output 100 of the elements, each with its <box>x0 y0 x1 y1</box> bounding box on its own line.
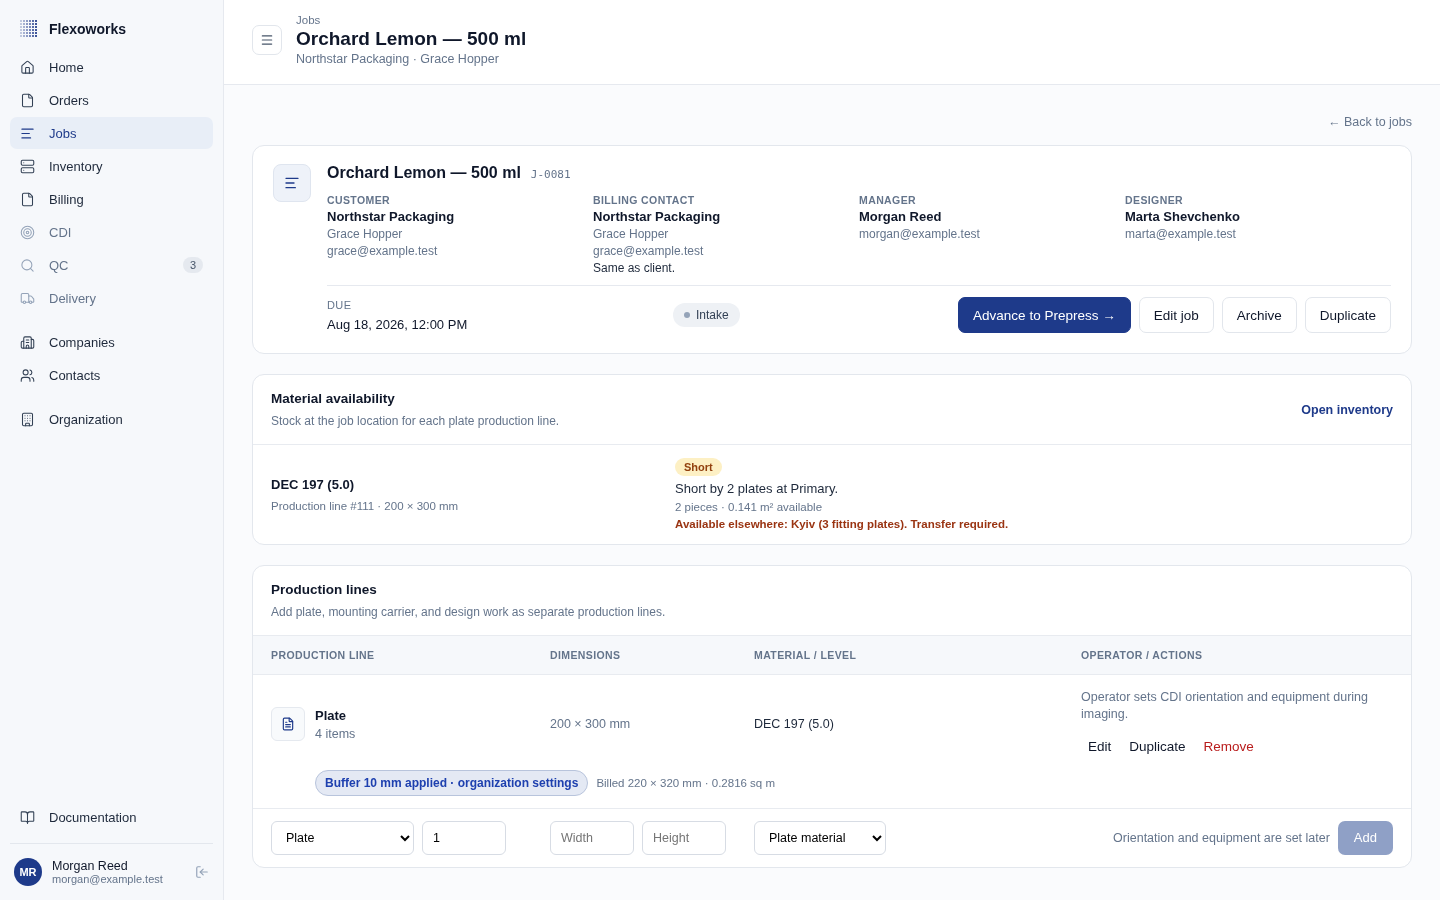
sidebar-item[interactable]: Inventory <box>10 150 213 182</box>
column-header: MATERIAL / LEVEL <box>736 636 1063 675</box>
open-inventory-link[interactable]: Open inventory <box>1301 402 1393 417</box>
contact-name: Northstar Packaging <box>327 209 456 224</box>
truck-icon <box>20 290 35 306</box>
sidebar-label: QC <box>49 257 70 273</box>
field-label: MANAGER <box>859 194 918 206</box>
user-avatar: MR <box>14 858 42 886</box>
sidebar-item[interactable]: Billing <box>10 183 213 215</box>
contact-name: Northstar Packaging <box>593 209 722 224</box>
contact-detail: Grace Hopper <box>593 227 670 241</box>
lines-icon <box>20 125 35 141</box>
job-title: Orchard Lemon — 500 ml <box>327 164 521 182</box>
lines-icon <box>273 164 311 202</box>
sidebar-label: Billing <box>49 191 85 207</box>
row-action-button[interactable]: Edit <box>1081 732 1119 760</box>
page-subtitle: Northstar Packaging · Grace Hopper <box>296 52 500 66</box>
sidebar-label: Organization <box>49 411 124 427</box>
row-action-button[interactable]: Duplicate <box>1122 732 1193 760</box>
contact-detail: Grace Hopper <box>327 227 404 241</box>
column-header: PRODUCTION LINE <box>253 636 532 675</box>
sidebar-item[interactable]: Jobs <box>10 117 213 149</box>
logo-icon <box>20 20 37 37</box>
material-name: DEC 197 (5.0) <box>271 476 356 492</box>
line-name: Plate <box>315 707 348 723</box>
table-cell: 200 × 300 mm <box>550 717 631 732</box>
sidebar-label: Orders <box>49 92 90 108</box>
book-icon <box>20 809 35 825</box>
buffer-tag: Buffer 10 mm applied · organization settings <box>315 769 589 796</box>
column-header: DIMENSIONS <box>532 636 736 675</box>
building-icon <box>20 411 35 427</box>
documentation-link[interactable]: Documentation <box>10 801 213 833</box>
logout-button[interactable] <box>195 865 209 879</box>
sidebar-item[interactable]: Home <box>10 51 213 83</box>
quantity-field[interactable]: 1 <box>422 820 506 855</box>
job-code: J-0081 <box>530 168 571 181</box>
sidebar-label: Inventory <box>49 158 104 174</box>
sidebar-item[interactable]: Orders <box>10 84 213 116</box>
material-select[interactable]: Plate material <box>754 820 886 855</box>
sidebar-label: Documentation <box>49 809 138 825</box>
target-icon <box>20 224 35 240</box>
operator-note: Operator sets CDI orientation and equipment during imaging. <box>1081 689 1369 723</box>
section-subtitle: Add plate, mounting carrier, and design work as separate production lines. <box>271 605 666 619</box>
shortage-message: Short by 2 plates at Primary. <box>675 481 839 496</box>
add-note: Orientation and equipment are set later <box>1113 830 1330 845</box>
sidebar-item[interactable]: Contacts <box>10 359 213 391</box>
transfer-warning: Available elsewhere: Kyiv (3 fitting plates). Transfer required. <box>675 518 1009 530</box>
width-field[interactable]: Width <box>550 820 634 855</box>
menu-button[interactable] <box>252 25 282 55</box>
height-field[interactable]: Height <box>642 820 726 855</box>
back-link[interactable]: ← Back to jobs <box>1327 115 1412 129</box>
sidebar-item[interactable]: Organization <box>10 403 213 435</box>
home-icon <box>20 59 35 75</box>
material-detail: Production line #111 · 200 × 300 mm <box>271 499 460 512</box>
contact-note: Same as client. <box>593 261 677 275</box>
contact-detail: grace@example.test <box>593 244 705 258</box>
app-name: Flexoworks <box>49 20 127 37</box>
section-subtitle: Stock at the job location for each plate production line. <box>271 414 560 428</box>
building-icon <box>20 334 35 350</box>
menu-icon <box>260 33 274 47</box>
count-badge: 3 <box>182 257 203 273</box>
contact-name: Marta Shevchenko <box>1125 209 1241 224</box>
status-badge: Short <box>675 458 722 476</box>
sidebar-label: Contacts <box>49 367 102 383</box>
action-button[interactable]: Edit job <box>1138 297 1214 333</box>
table-cell: DEC 197 (5.0) <box>754 717 834 732</box>
section-title: Production lines <box>271 582 378 597</box>
type-select[interactable]: Plate <box>271 820 414 855</box>
sidebar-label: Companies <box>49 334 116 350</box>
file-icon <box>20 92 35 108</box>
logout-icon <box>195 865 209 879</box>
users-icon <box>20 367 35 383</box>
field-label: CUSTOMER <box>327 194 392 206</box>
server-icon <box>20 158 35 174</box>
contact-detail: marta@example.test <box>1125 227 1237 241</box>
breadcrumb: Jobs <box>296 14 322 26</box>
document-icon <box>271 707 305 742</box>
sidebar-label: CDI <box>49 224 73 240</box>
contact-detail: grace@example.test <box>327 244 439 258</box>
file-icon <box>20 191 35 207</box>
user-name: Morgan Reed <box>52 859 129 873</box>
search-icon <box>20 257 35 273</box>
page-title: Orchard Lemon — 500 ml <box>296 28 527 50</box>
status-badge: Intake <box>673 303 740 327</box>
field-label: BILLING CONTACT <box>593 194 696 206</box>
section-title: Material availability <box>271 391 396 406</box>
contact-name: Morgan Reed <box>859 209 943 224</box>
column-header: OPERATOR / ACTIONS <box>1063 636 1411 675</box>
user-email: morgan@example.test <box>52 873 164 885</box>
contact-detail: morgan@example.test <box>859 227 981 241</box>
action-button[interactable]: Archive <box>1221 297 1297 333</box>
item-count: 4 items <box>315 726 356 741</box>
sidebar-item[interactable]: Companies <box>10 326 213 358</box>
sidebar-label: Delivery <box>49 290 97 306</box>
advance-button[interactable]: Advance to Prepress → <box>958 297 1131 333</box>
due-date: Aug 18, 2026, 12:00 PM <box>327 316 469 332</box>
sidebar-label: Jobs <box>49 125 78 141</box>
remove-button[interactable]: Remove <box>1196 732 1261 760</box>
stock-detail: 2 pieces · 0.141 m² available <box>675 501 823 513</box>
action-button[interactable]: Duplicate <box>1304 297 1391 333</box>
